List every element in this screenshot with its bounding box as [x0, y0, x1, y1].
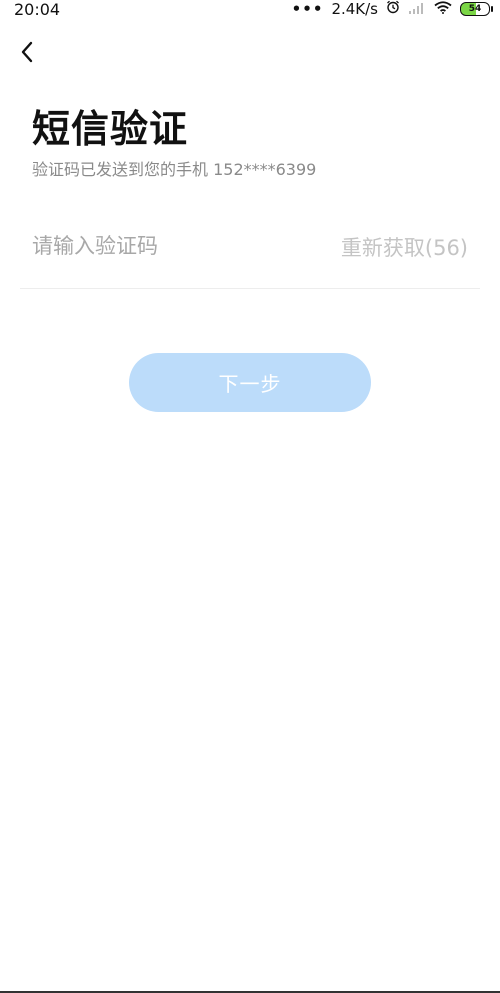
- chevron-left-icon: [21, 41, 33, 63]
- status-time: 20:04: [14, 0, 61, 19]
- status-bar: 20:04 ••• 2.4K/s 54: [0, 0, 500, 19]
- page-title: 短信验证: [32, 107, 189, 151]
- page-subtitle: 验证码已发送到您的手机 152****6399: [32, 160, 317, 179]
- network-speed: 2.4K/s: [331, 0, 378, 18]
- next-step-button[interactable]: 下一步: [129, 353, 371, 412]
- resend-code-button[interactable]: 重新获取(56): [341, 232, 468, 262]
- verification-code-row: 重新获取(56): [20, 218, 480, 289]
- wifi-icon: [434, 0, 452, 18]
- verification-code-input[interactable]: [32, 226, 312, 266]
- signal-bars-icon: [408, 0, 426, 18]
- alarm-clock-icon: [386, 0, 400, 18]
- battery-level: 54: [468, 4, 482, 14]
- back-button[interactable]: [14, 36, 40, 68]
- more-dots-icon: •••: [291, 0, 324, 18]
- battery-icon: 54: [460, 2, 493, 16]
- status-indicators: ••• 2.4K/s 54: [291, 0, 493, 18]
